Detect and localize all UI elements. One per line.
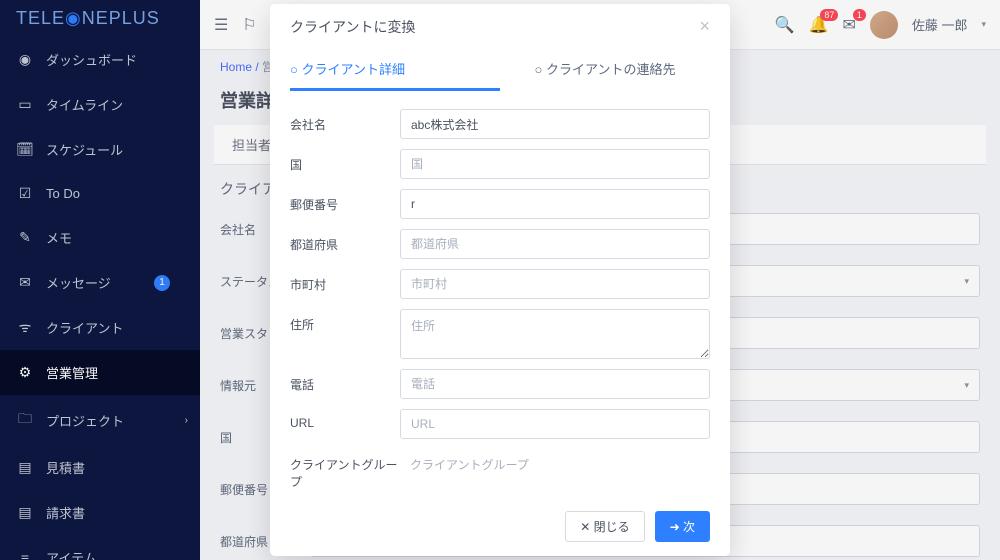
会社名-input[interactable] — [400, 109, 710, 139]
modal-body: 会社名国郵便番号都道府県市町村住所電話URLクライアントグループクライアントグル… — [270, 91, 730, 501]
arrow-icon: ➜ — [670, 520, 683, 534]
modal-tab[interactable]: ○ クライアント詳細 — [290, 49, 500, 91]
modal-field-row: 会社名 — [290, 109, 710, 139]
modal-field-row: 都道府県 — [290, 229, 710, 259]
app-root: TELE◉NEPLUS ◉ダッシュボード▭タイムライン🗓スケジュール☑To Do… — [0, 0, 1000, 560]
市町村-input[interactable] — [400, 269, 710, 299]
modal-field-label: 国 — [290, 149, 400, 173]
modal-field-row: 国 — [290, 149, 710, 179]
電話-input[interactable] — [400, 369, 710, 399]
クライアントグループ-static: クライアントグループ — [400, 449, 710, 480]
modal-field-label: 郵便番号 — [290, 189, 400, 213]
郵便番号-input[interactable] — [400, 189, 710, 219]
modal-title: クライアントに変換 — [290, 17, 415, 37]
modal-field-row: クライアントグループクライアントグループ — [290, 449, 710, 490]
modal-tabs: ○ クライアント詳細○ クライアントの連絡先 — [270, 49, 730, 91]
modal-footer: ✕ 閉じる ➜ 次 — [270, 501, 730, 556]
modal-field-label: 会社名 — [290, 109, 400, 133]
modal-field-label: 都道府県 — [290, 229, 400, 253]
国-input[interactable] — [400, 149, 710, 179]
close-icon[interactable]: × — [699, 16, 710, 37]
next-button[interactable]: ➜ 次 — [655, 511, 710, 542]
modal: クライアントに変換 × ○ クライアント詳細○ クライアントの連絡先 会社名国郵… — [270, 4, 730, 556]
modal-field-row: 郵便番号 — [290, 189, 710, 219]
modal-field-row: 電話 — [290, 369, 710, 399]
modal-field-row: URL — [290, 409, 710, 439]
住所-input[interactable] — [400, 309, 710, 359]
modal-field-label: 電話 — [290, 369, 400, 393]
modal-field-label: URL — [290, 409, 400, 430]
URL-input[interactable] — [400, 409, 710, 439]
都道府県-input[interactable] — [400, 229, 710, 259]
modal-field-label: 住所 — [290, 309, 400, 333]
modal-field-label: 市町村 — [290, 269, 400, 293]
modal-header: クライアントに変換 × — [270, 4, 730, 49]
modal-tab[interactable]: ○ クライアントの連絡先 — [500, 49, 710, 91]
modal-field-label: クライアントグループ — [290, 449, 400, 490]
modal-backdrop[interactable]: クライアントに変換 × ○ クライアント詳細○ クライアントの連絡先 会社名国郵… — [0, 0, 1000, 560]
close-button[interactable]: ✕ 閉じる — [565, 511, 644, 542]
close-icon-x: ✕ — [580, 520, 593, 534]
modal-field-row: 市町村 — [290, 269, 710, 299]
modal-field-row: 住所 — [290, 309, 710, 359]
